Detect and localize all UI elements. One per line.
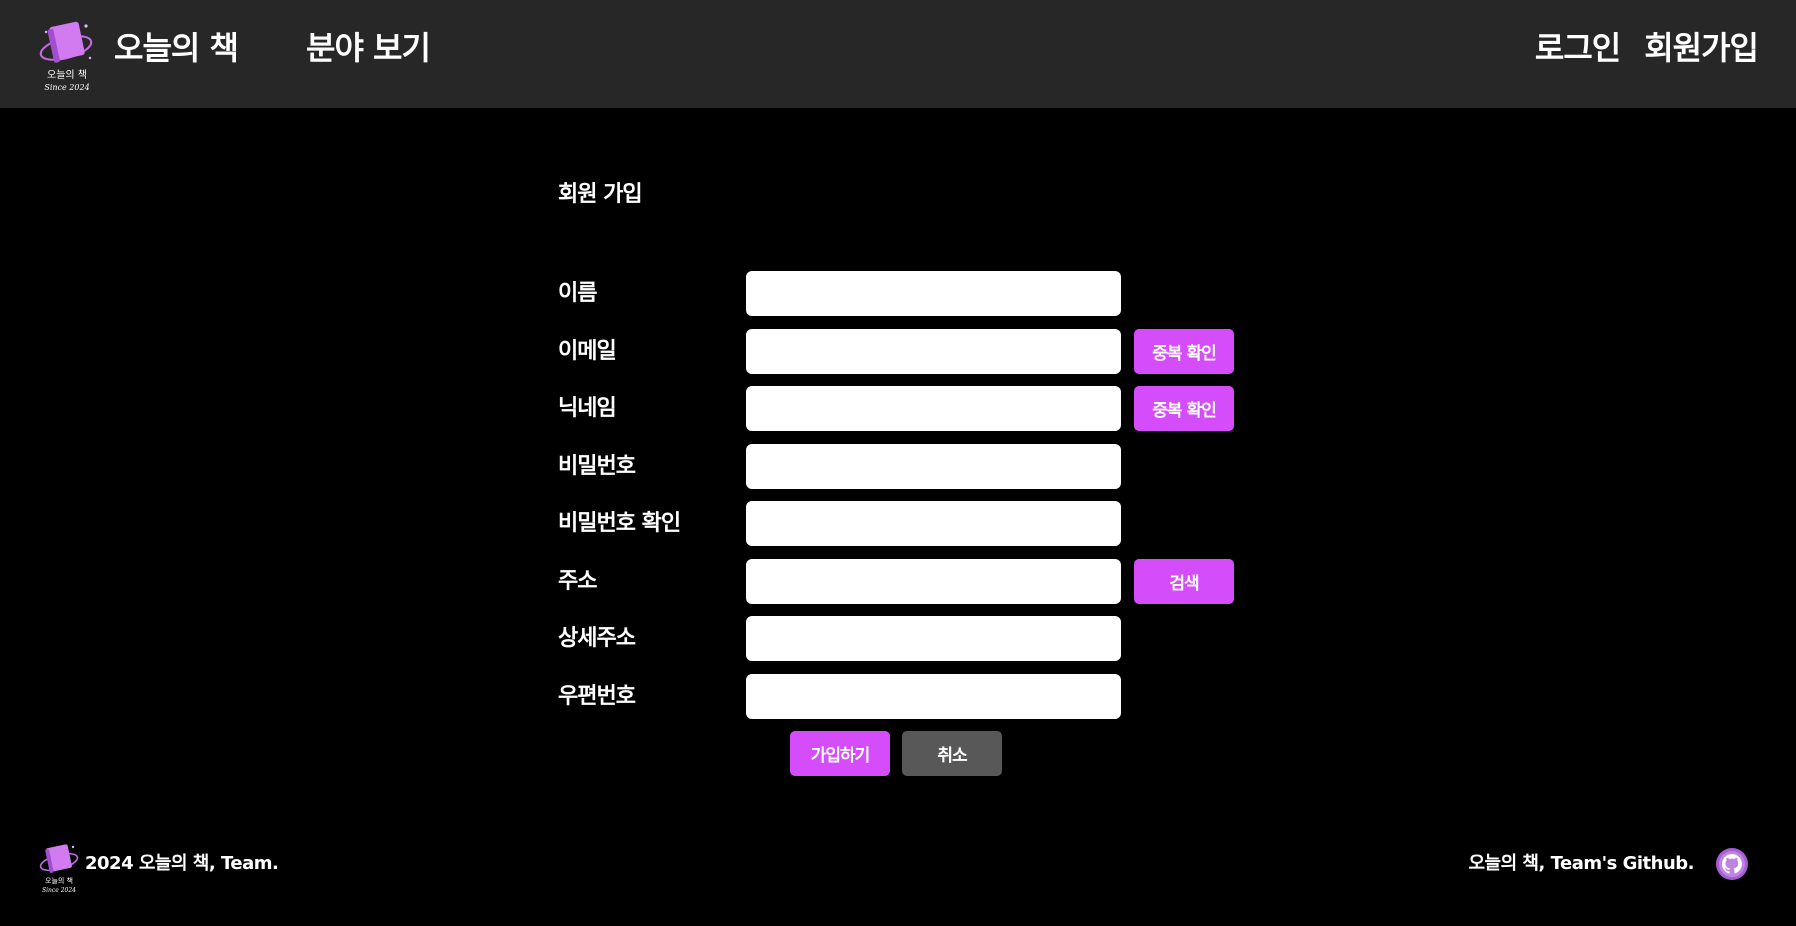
nickname-input[interactable]	[746, 386, 1121, 431]
form-row-email: 이메일 중복 확인	[558, 329, 1258, 375]
email-label: 이메일	[558, 339, 617, 364]
address-search-button[interactable]: 검색	[1134, 559, 1234, 604]
footer-github-link[interactable]: 오늘의 책, Team's Github.	[1468, 852, 1694, 876]
form-actions: 가입하기 취소	[790, 731, 1002, 776]
password-confirm-input[interactable]	[746, 501, 1121, 546]
logo-book-icon[interactable]: 오늘의 책 Since 2024	[38, 14, 96, 92]
submit-signup-button[interactable]: 가입하기	[790, 731, 890, 776]
name-label: 이름	[558, 281, 597, 306]
password-input[interactable]	[746, 444, 1121, 489]
email-duplicate-check-button[interactable]: 중복 확인	[1134, 329, 1234, 374]
postal-code-label: 우편번호	[558, 684, 636, 709]
name-input[interactable]	[746, 271, 1121, 316]
form-row-password-confirm: 비밀번호 확인	[558, 501, 1258, 547]
brand-title[interactable]: 오늘의 책	[114, 28, 239, 68]
footer-logo-book-icon: 오늘의 책 Since 2024	[38, 840, 80, 894]
signup-link[interactable]: 회원가입	[1644, 28, 1759, 68]
header: 오늘의 책 Since 2024 오늘의 책 분야 보기 로그인 회원가입	[0, 0, 1796, 108]
svg-text:오늘의 책: 오늘의 책	[45, 876, 73, 885]
footer-copyright: 2024 오늘의 책, Team.	[85, 853, 279, 874]
cancel-button[interactable]: 취소	[902, 731, 1002, 776]
form-row-password: 비밀번호	[558, 444, 1258, 490]
svg-text:오늘의 책: 오늘의 책	[47, 69, 87, 81]
form-row-address: 주소 검색	[558, 559, 1258, 605]
nickname-duplicate-check-button[interactable]: 중복 확인	[1134, 386, 1234, 431]
form-row-address-detail: 상세주소	[558, 616, 1258, 662]
email-input[interactable]	[746, 329, 1121, 374]
address-input[interactable]	[746, 559, 1121, 604]
form-row-postal-code: 우편번호	[558, 674, 1258, 720]
postal-code-input[interactable]	[746, 674, 1121, 719]
password-confirm-label: 비밀번호 확인	[558, 511, 681, 536]
github-icon[interactable]	[1715, 847, 1749, 881]
form-title: 회원 가입	[558, 182, 643, 207]
login-link[interactable]: 로그인	[1535, 28, 1621, 68]
password-label: 비밀번호	[558, 454, 636, 479]
svg-text:Since 2024: Since 2024	[42, 887, 76, 894]
address-detail-label: 상세주소	[558, 626, 636, 651]
header-auth-nav: 로그인 회원가입	[1535, 28, 1759, 68]
form-row-name: 이름	[558, 271, 1258, 317]
address-label: 주소	[558, 569, 597, 594]
address-detail-input[interactable]	[746, 616, 1121, 661]
nav-genre-link[interactable]: 분야 보기	[306, 28, 431, 68]
nickname-label: 닉네임	[558, 396, 617, 421]
svg-text:Since 2024: Since 2024	[44, 83, 89, 92]
form-row-nickname: 닉네임 중복 확인	[558, 386, 1258, 432]
